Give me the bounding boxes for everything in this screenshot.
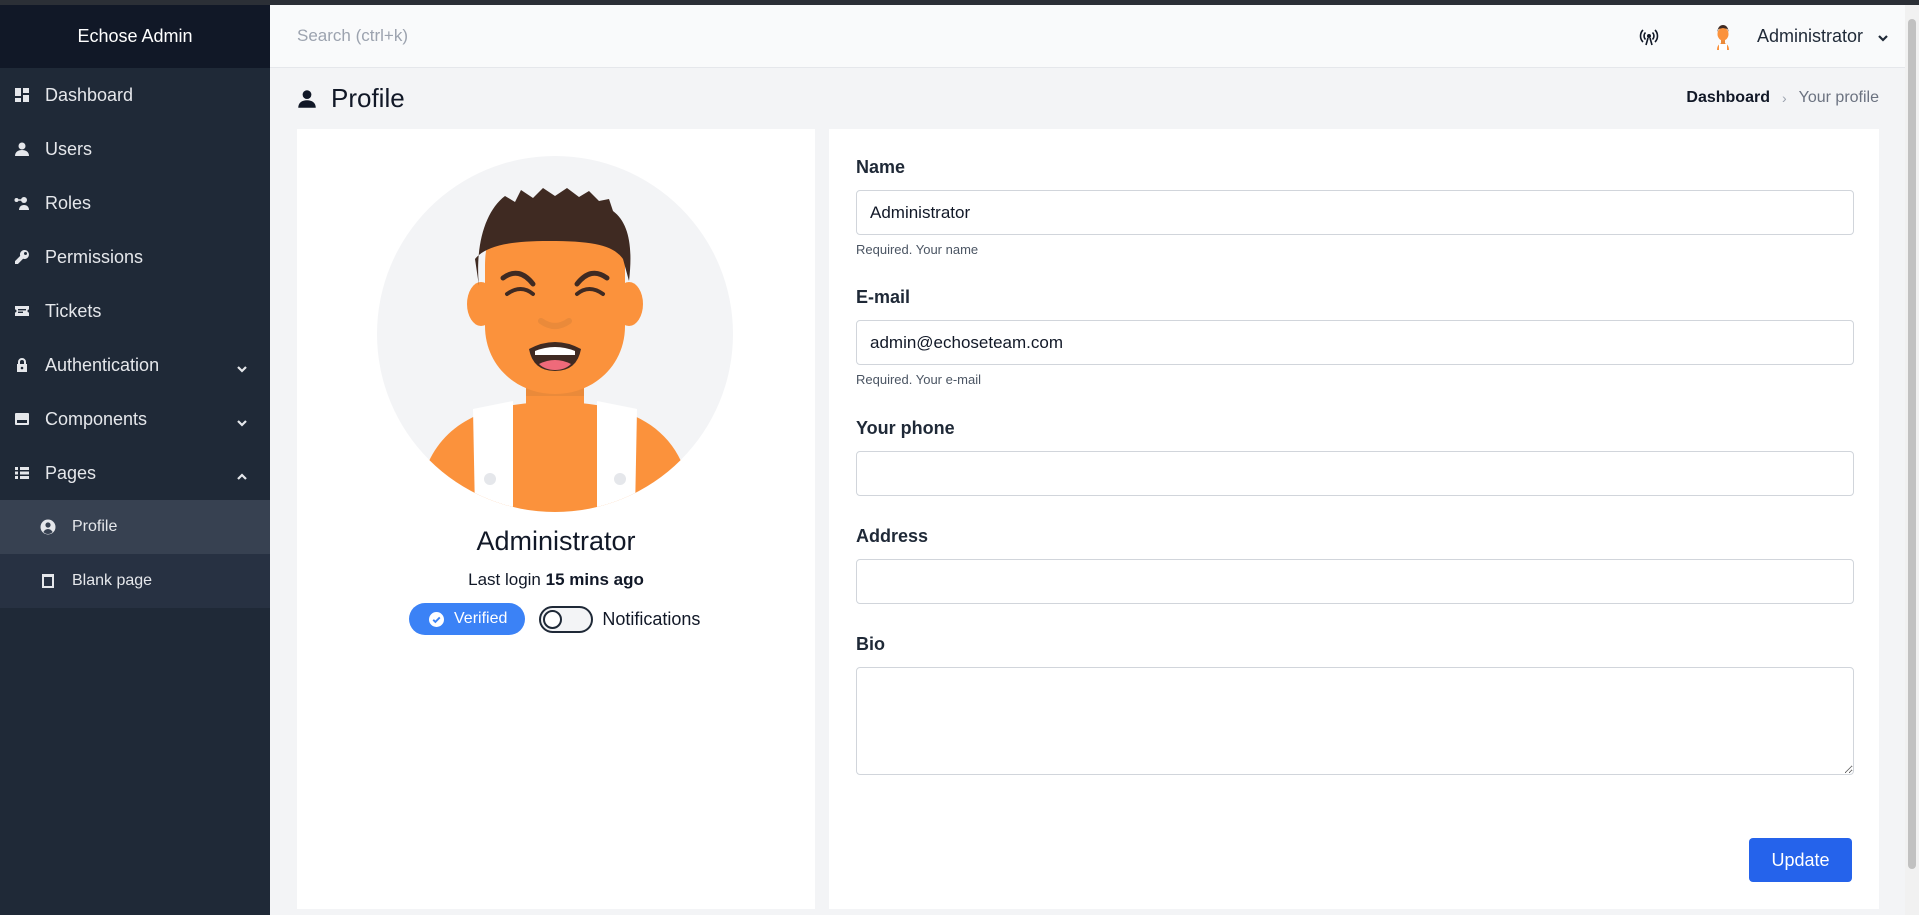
- profile-badges: Verified Notifications: [409, 603, 700, 635]
- toggle-knob: [543, 609, 563, 629]
- breadcrumb-separator: ›: [1781, 90, 1787, 106]
- check-circle-icon: [429, 611, 444, 627]
- chevron-up-icon: [236, 467, 248, 480]
- roles-icon: [14, 195, 30, 211]
- email-group: E-mail Required. Your e-mail: [856, 287, 1854, 387]
- chevron-down-icon: [236, 359, 248, 373]
- sidebar-subitem-blank-page[interactable]: Blank page: [0, 554, 270, 608]
- sidebar-subitem-profile[interactable]: Profile: [0, 500, 270, 554]
- sidebar-item-users[interactable]: Users: [0, 122, 270, 176]
- address-group: Address: [856, 526, 1854, 604]
- profile-form-card: Name Required. Your name E-mail Required…: [829, 129, 1879, 909]
- sidebar-item-roles[interactable]: Roles: [0, 176, 270, 230]
- pages-subnav: Profile Blank page: [0, 500, 270, 608]
- verified-badge: Verified: [409, 603, 526, 635]
- breadcrumb: Dashboard › Your profile: [1686, 89, 1879, 107]
- scrollbar[interactable]: [1905, 5, 1919, 915]
- sidebar-item-label: Authentication: [45, 354, 160, 375]
- profile-name: Administrator: [476, 526, 636, 556]
- sidebar-item-label: Components: [45, 408, 148, 429]
- user-icon: [14, 141, 30, 157]
- page-icon: [40, 573, 56, 589]
- sidebar-item-label: Permissions: [45, 246, 144, 267]
- verified-label: Verified: [454, 610, 508, 627]
- notifications-toggle[interactable]: [539, 605, 594, 633]
- sidebar-nav: Dashboard Users Roles Permissions Ticket…: [0, 68, 270, 500]
- sidebar-item-dashboard[interactable]: Dashboard: [0, 68, 270, 122]
- address-field[interactable]: [856, 559, 1854, 604]
- profile-card: Administrator Last login 15 mins ago Ver…: [297, 129, 815, 909]
- email-label: E-mail: [856, 287, 911, 307]
- sidebar-item-label: Tickets: [45, 300, 102, 321]
- phone-label: Your phone: [856, 418, 955, 438]
- notifications-label: Notifications: [602, 608, 701, 629]
- profile-avatar: [377, 156, 733, 512]
- sidebar-item-label: Roles: [45, 192, 92, 213]
- breadcrumb-current: Your profile: [1798, 89, 1879, 106]
- phone-field[interactable]: [856, 451, 1854, 496]
- search-input[interactable]: [297, 16, 897, 56]
- update-button[interactable]: Update: [1749, 838, 1852, 882]
- bio-label: Bio: [856, 634, 885, 654]
- phone-group: Your phone: [856, 418, 1854, 496]
- breadcrumb-home[interactable]: Dashboard: [1686, 89, 1770, 107]
- sidebar-item-pages[interactable]: Pages: [0, 446, 270, 500]
- sidebar-item-tickets[interactable]: Tickets: [0, 284, 270, 338]
- components-icon: [14, 411, 30, 427]
- email-field[interactable]: [856, 320, 1854, 365]
- user-circle-icon: [40, 519, 56, 535]
- page-title-text: Profile: [331, 83, 405, 113]
- bio-group: Bio: [856, 634, 1854, 775]
- sidebar-item-permissions[interactable]: Permissions: [0, 230, 270, 284]
- address-label: Address: [856, 526, 929, 546]
- sidebar-item-components[interactable]: Components: [0, 392, 270, 446]
- top-header: Administrator: [270, 5, 1905, 68]
- scrollbar-thumb[interactable]: [1908, 19, 1916, 869]
- sidebar-item-label: Pages: [45, 462, 97, 483]
- name-label: Name: [856, 157, 906, 177]
- sidebar: Echose Admin Dashboard Users Roles Permi…: [0, 5, 270, 915]
- user-icon: [297, 89, 317, 109]
- ticket-icon: [14, 303, 30, 319]
- last-login: Last login 15 mins ago: [297, 570, 815, 590]
- name-group: Name Required. Your name: [856, 157, 1854, 257]
- sidebar-subitem-label: Profile: [72, 518, 118, 535]
- dashboard-icon: [14, 87, 30, 103]
- lock-icon: [14, 357, 30, 373]
- page-title: Profile: [297, 83, 405, 114]
- bio-field[interactable]: [856, 667, 1854, 775]
- avatar[interactable]: [1709, 23, 1737, 51]
- wrench-icon: [14, 249, 30, 265]
- email-help: Required. Your e-mail: [856, 372, 982, 387]
- chevron-down-icon[interactable]: [1877, 31, 1889, 43]
- header-user-name[interactable]: Administrator: [1757, 26, 1863, 47]
- sidebar-item-label: Dashboard: [45, 84, 134, 105]
- chevron-down-icon: [236, 413, 248, 427]
- brand-title[interactable]: Echose Admin: [0, 5, 270, 68]
- last-login-value: 15 mins ago: [545, 570, 644, 589]
- last-login-label: Last login: [468, 570, 541, 589]
- list-icon: [14, 465, 30, 481]
- broadcast-icon[interactable]: [1639, 27, 1659, 47]
- sidebar-item-authentication[interactable]: Authentication: [0, 338, 270, 392]
- name-help: Required. Your name: [856, 242, 979, 257]
- sidebar-item-label: Users: [45, 138, 93, 159]
- sidebar-subitem-label: Blank page: [72, 572, 153, 589]
- header-right: Administrator: [1639, 5, 1905, 68]
- name-field[interactable]: [856, 190, 1854, 235]
